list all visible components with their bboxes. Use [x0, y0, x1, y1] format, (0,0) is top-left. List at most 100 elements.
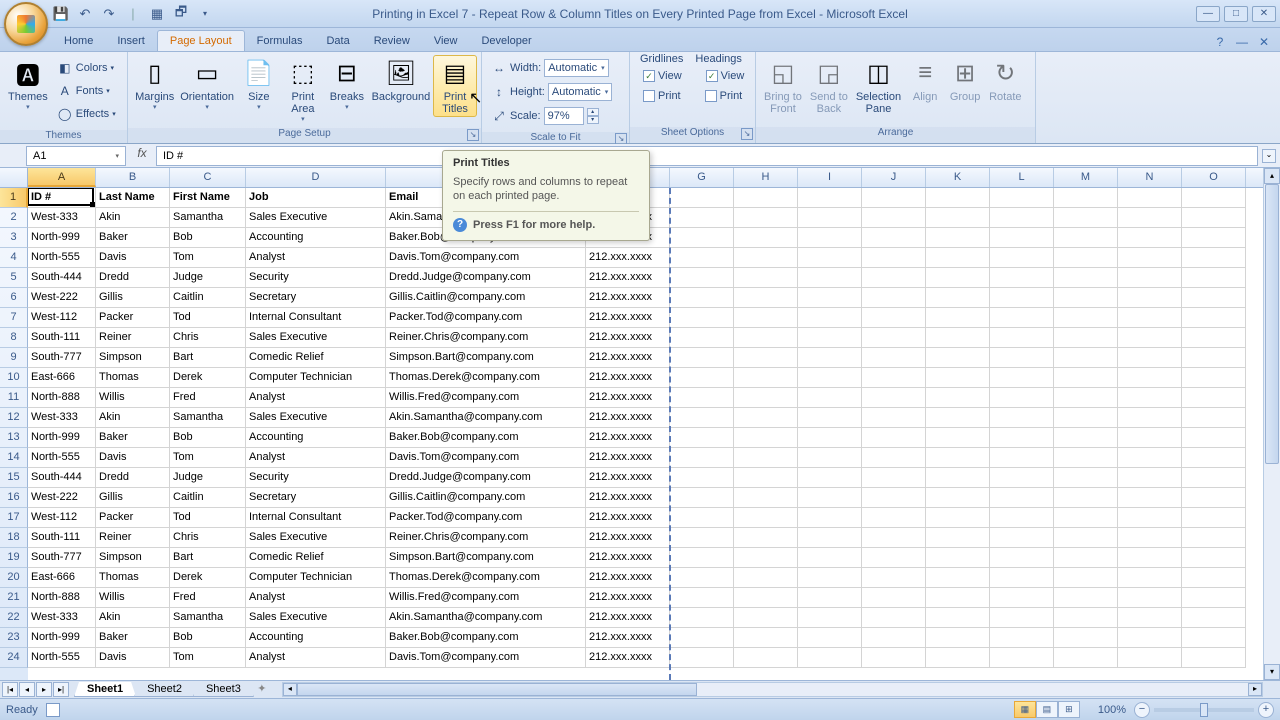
cell[interactable] — [990, 608, 1054, 628]
cell[interactable] — [862, 648, 926, 668]
cell[interactable] — [862, 388, 926, 408]
cell[interactable] — [1118, 488, 1182, 508]
cell[interactable] — [926, 528, 990, 548]
col-header-H[interactable]: H — [734, 168, 798, 187]
cell[interactable]: Job — [246, 188, 386, 208]
cell[interactable] — [1054, 368, 1118, 388]
col-header-J[interactable]: J — [862, 168, 926, 187]
send-back-button[interactable]: ◲Send to Back — [806, 55, 852, 117]
cell[interactable]: Accounting — [246, 628, 386, 648]
cell[interactable]: Packer — [96, 308, 170, 328]
cell[interactable] — [1054, 188, 1118, 208]
cell[interactable]: Accounting — [246, 228, 386, 248]
cell[interactable] — [1182, 268, 1246, 288]
cell[interactable] — [1182, 468, 1246, 488]
col-header-O[interactable]: O — [1182, 168, 1246, 187]
cell[interactable] — [734, 528, 798, 548]
cell[interactable] — [926, 348, 990, 368]
cell[interactable]: Tom — [170, 248, 246, 268]
cell[interactable] — [1118, 188, 1182, 208]
cell[interactable] — [798, 588, 862, 608]
effects-button[interactable]: ◯Effects ▾ — [54, 103, 119, 125]
cell[interactable] — [734, 608, 798, 628]
cell[interactable]: Dredd — [96, 468, 170, 488]
cell[interactable] — [798, 288, 862, 308]
cell[interactable]: North-888 — [28, 588, 96, 608]
gridlines-print-check[interactable]: Print — [640, 87, 684, 105]
cell[interactable]: 212.xxx.xxxx — [586, 268, 670, 288]
cell[interactable] — [734, 328, 798, 348]
tab-view[interactable]: View — [422, 31, 470, 51]
cell[interactable] — [734, 648, 798, 668]
cell[interactable] — [1054, 208, 1118, 228]
cell[interactable] — [1054, 228, 1118, 248]
close-button[interactable]: ✕ — [1252, 6, 1276, 22]
cell[interactable] — [1182, 648, 1246, 668]
cell[interactable] — [1118, 348, 1182, 368]
cell[interactable]: Davis — [96, 248, 170, 268]
cell[interactable] — [862, 328, 926, 348]
cell[interactable]: West-333 — [28, 608, 96, 628]
row-header-11[interactable]: 11 — [0, 388, 28, 408]
cell[interactable]: Gillis — [96, 488, 170, 508]
zoom-in-button[interactable]: + — [1258, 702, 1274, 718]
cell[interactable] — [926, 468, 990, 488]
cell[interactable] — [1054, 308, 1118, 328]
cell[interactable]: Sales Executive — [246, 408, 386, 428]
cell[interactable]: 212.xxx.xxxx — [586, 308, 670, 328]
cell[interactable] — [926, 548, 990, 568]
cell[interactable] — [798, 528, 862, 548]
help-icon[interactable]: ? — [1212, 35, 1228, 51]
page-setup-launcher[interactable]: ↘ — [467, 129, 479, 141]
cell[interactable] — [1118, 648, 1182, 668]
cell[interactable] — [798, 268, 862, 288]
cell[interactable]: Bob — [170, 228, 246, 248]
cell[interactable] — [670, 308, 734, 328]
cell[interactable] — [1182, 368, 1246, 388]
cell[interactable] — [1054, 568, 1118, 588]
row-header-13[interactable]: 13 — [0, 428, 28, 448]
cell[interactable] — [1054, 548, 1118, 568]
scroll-down-button[interactable]: ▾ — [1264, 664, 1280, 680]
cell[interactable] — [1182, 588, 1246, 608]
qat-more-icon[interactable]: ▾ — [196, 5, 214, 23]
cell[interactable]: Akin.Samantha@company.com — [386, 608, 586, 628]
row-headers[interactable]: 123456789101112131415161718192021222324 — [0, 188, 28, 680]
cell[interactable]: Analyst — [246, 588, 386, 608]
tab-home[interactable]: Home — [52, 31, 105, 51]
cell[interactable] — [798, 608, 862, 628]
row-header-24[interactable]: 24 — [0, 648, 28, 668]
vscroll-thumb[interactable] — [1265, 184, 1279, 464]
cell[interactable]: Packer.Tod@company.com — [386, 508, 586, 528]
cell[interactable]: Packer.Tod@company.com — [386, 308, 586, 328]
cell[interactable] — [862, 248, 926, 268]
group-button[interactable]: ⊞Group — [945, 55, 985, 105]
cell[interactable]: Analyst — [246, 388, 386, 408]
breaks-button[interactable]: ⊟Breaks▾ — [325, 55, 369, 113]
cell[interactable]: 212.xxx.xxxx — [586, 428, 670, 448]
cell[interactable]: 212.xxx.xxxx — [586, 568, 670, 588]
cell[interactable]: Sales Executive — [246, 208, 386, 228]
cell[interactable]: Bart — [170, 548, 246, 568]
cell[interactable]: Judge — [170, 268, 246, 288]
cell[interactable] — [990, 368, 1054, 388]
cell[interactable]: East-666 — [28, 368, 96, 388]
cell[interactable]: ID # — [28, 188, 96, 208]
view-layout-button[interactable]: ▤ — [1036, 701, 1058, 718]
cell[interactable] — [926, 568, 990, 588]
cell[interactable]: Fred — [170, 588, 246, 608]
cell[interactable]: 212.xxx.xxxx — [586, 528, 670, 548]
cell[interactable] — [798, 628, 862, 648]
cell[interactable] — [862, 228, 926, 248]
cell[interactable]: 212.xxx.xxxx — [586, 488, 670, 508]
scroll-up-button[interactable]: ▴ — [1264, 168, 1280, 184]
view-break-button[interactable]: ⊞ — [1058, 701, 1080, 718]
cell[interactable]: Baker — [96, 228, 170, 248]
cell[interactable] — [734, 548, 798, 568]
cell[interactable]: Davis.Tom@company.com — [386, 248, 586, 268]
cell[interactable] — [990, 528, 1054, 548]
cell[interactable] — [734, 388, 798, 408]
cell[interactable] — [1054, 528, 1118, 548]
cell[interactable] — [670, 328, 734, 348]
sheet-tab-sheet3[interactable]: Sheet3 — [193, 682, 254, 697]
